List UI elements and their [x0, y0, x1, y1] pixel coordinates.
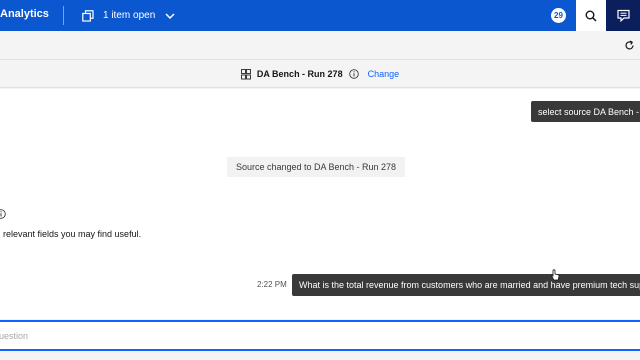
- top-app-bar: Analytics 1 item open 29: [0, 0, 640, 31]
- info-icon[interactable]: [348, 69, 359, 79]
- open-items-switcher[interactable]: 1 item open: [82, 0, 175, 31]
- chat-panel-button[interactable]: [606, 0, 640, 31]
- notification-badge[interactable]: 29: [551, 8, 566, 23]
- message-timestamp: 2:22 PM: [257, 280, 287, 289]
- source-name: DA Bench - Run 278: [256, 69, 343, 79]
- bottom-strip: [0, 351, 640, 360]
- assistant-message: relevant fields you may find useful.: [3, 229, 142, 239]
- question-input-container: [0, 320, 640, 351]
- data-source-bar: DA Bench - Run 278 Change: [0, 61, 640, 88]
- app-title[interactable]: Analytics: [0, 8, 49, 20]
- secondary-toolbar: [0, 31, 640, 60]
- chat-icon: [616, 9, 630, 22]
- change-source-link[interactable]: Change: [368, 69, 400, 79]
- system-message: Source changed to DA Bench - Run 278: [227, 157, 405, 177]
- chevron-down-icon: [165, 12, 175, 19]
- question-input[interactable]: [0, 322, 640, 349]
- user-message: What is the total revenue from customers…: [292, 274, 640, 296]
- search-button[interactable]: [576, 0, 606, 31]
- refresh-button[interactable]: [622, 38, 636, 52]
- conversation-area: select source DA Bench - Run 278 Source …: [0, 89, 640, 319]
- copy-icon: [82, 9, 94, 22]
- header-divider: [63, 6, 64, 25]
- database-icon: [240, 68, 251, 79]
- search-icon: [585, 10, 597, 22]
- refresh-icon: [624, 39, 634, 49]
- items-open-label: 1 item open: [103, 10, 156, 21]
- info-icon: [0, 209, 6, 219]
- cursor-icon: [551, 269, 560, 281]
- user-message: select source DA Bench - Run 278: [531, 101, 640, 122]
